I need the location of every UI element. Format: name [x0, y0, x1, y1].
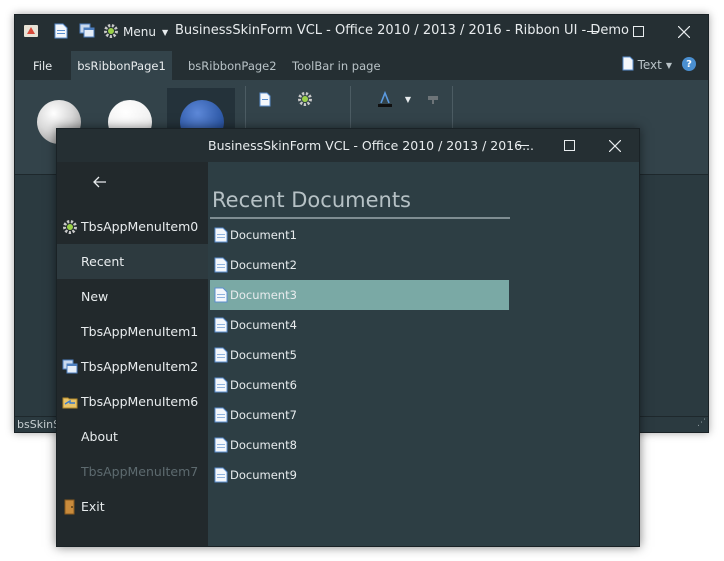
window-title: BusinessSkinForm VCL - Office 2010 / 201… [175, 23, 629, 38]
minimize-button[interactable] [501, 129, 545, 162]
sidebar-item-label: TbsAppMenuItem1 [81, 324, 199, 339]
recent-document-item[interactable]: Document7 [210, 400, 509, 430]
recent-document-item[interactable]: Document4 [210, 310, 509, 340]
chevron-down-icon: ▼ [161, 27, 169, 37]
recent-documents-heading: Recent Documents [212, 188, 411, 212]
document-label: Document9 [230, 468, 297, 482]
recent-document-item[interactable]: Document2 [210, 250, 509, 280]
sidebar-item-label: Recent [81, 254, 125, 269]
document-icon [214, 407, 228, 423]
tab-file[interactable]: File [20, 51, 65, 80]
back-arrow-icon[interactable] [88, 170, 112, 194]
sidebar-item-tbsappmenuitem6[interactable]: TbsAppMenuItem6 [57, 384, 208, 419]
recent-document-item[interactable]: Document8 [210, 430, 509, 460]
sidebar-item-recent[interactable]: Recent [57, 244, 208, 279]
menu-dropdown-button[interactable]: Menu ▼ [103, 22, 168, 42]
tab-bsribbonpage2[interactable]: bsRibbonPage2 [175, 51, 290, 80]
menu-label: Menu [123, 25, 156, 39]
document-icon [622, 56, 634, 74]
new-document-icon[interactable] [256, 90, 274, 108]
gear-icon [61, 218, 79, 236]
document-icon [214, 317, 228, 333]
minimize-button[interactable] [569, 15, 615, 48]
new-document-icon[interactable] [51, 21, 71, 41]
maximize-button[interactable] [615, 15, 661, 48]
sidebar-item-label: TbsAppMenuItem0 [81, 219, 199, 234]
heading-divider [210, 217, 510, 219]
copy-window-icon[interactable] [77, 21, 97, 41]
ribbon-tab-bar: File bsRibbonPage1 bsRibbonPage2 ToolBar… [15, 48, 708, 80]
sidebar-item-tbsappmenuitem2[interactable]: TbsAppMenuItem2 [57, 349, 208, 384]
app-menu-title-bar: BusinessSkinForm VCL - Office 2010 / 201… [57, 129, 639, 162]
paint-icon[interactable] [424, 90, 442, 108]
sidebar-item-label: TbsAppMenuItem7 [81, 464, 199, 479]
sidebar-item-tbsappmenuitem7: TbsAppMenuItem7 [57, 454, 208, 489]
sidebar-item-about[interactable]: About [57, 419, 208, 454]
app-menu-window-title: BusinessSkinForm VCL - Office 2010 / 201… [208, 138, 534, 153]
document-icon [214, 227, 228, 243]
copy-window-icon [61, 358, 79, 376]
document-label: Document3 [230, 288, 297, 302]
gear-icon [103, 23, 119, 42]
sidebar-item-label: New [81, 289, 109, 304]
document-label: Document6 [230, 378, 297, 392]
help-icon[interactable]: ? [682, 57, 696, 71]
close-button[interactable] [661, 15, 707, 48]
document-label: Document2 [230, 258, 297, 272]
text-button-label: Text [637, 58, 662, 72]
main-title-bar: Menu ▼ BusinessSkinForm VCL - Office 201… [15, 15, 708, 48]
app-logo-icon[interactable] [21, 21, 41, 41]
tab-bsribbonpage1[interactable]: bsRibbonPage1 [71, 51, 172, 80]
font-color-icon[interactable] [376, 90, 394, 108]
sidebar-item-label: TbsAppMenuItem6 [81, 394, 199, 409]
recent-document-item[interactable]: Document1 [210, 220, 509, 250]
document-icon [214, 437, 228, 453]
sidebar-item-new[interactable]: New [57, 279, 208, 314]
close-button[interactable] [593, 129, 637, 162]
document-icon [214, 287, 228, 303]
document-label: Document8 [230, 438, 297, 452]
recent-document-item[interactable]: Document9 [210, 460, 509, 490]
document-label: Document4 [230, 318, 297, 332]
folder-arrow-icon [61, 393, 79, 411]
resize-grip-icon[interactable]: ⋰ [697, 416, 706, 431]
text-dropdown-button[interactable]: Text ▼ [622, 56, 672, 74]
recent-document-item[interactable]: Document3 [210, 280, 509, 310]
sidebar-item-label: Exit [81, 499, 105, 514]
gear-icon[interactable] [296, 90, 314, 108]
recent-document-item[interactable]: Document6 [210, 370, 509, 400]
sidebar-item-exit[interactable]: Exit [57, 489, 208, 524]
document-icon [214, 377, 228, 393]
sidebar-item-label: TbsAppMenuItem2 [81, 359, 199, 374]
sidebar-item-tbsappmenuitem1[interactable]: TbsAppMenuItem1 [57, 314, 208, 349]
document-icon [214, 347, 228, 363]
chevron-down-icon[interactable]: ▼ [399, 90, 417, 108]
document-label: Document5 [230, 348, 297, 362]
document-label: Document1 [230, 228, 297, 242]
document-label: Document7 [230, 408, 297, 422]
door-icon [61, 498, 79, 516]
app-menu-sidebar: TbsAppMenuItem0 Recent New TbsAppMenuIte… [57, 162, 208, 546]
sidebar-item-label: About [81, 429, 118, 444]
chevron-down-icon: ▼ [665, 60, 672, 70]
recent-documents-panel: Recent Documents Document1 Document2 Docum… [208, 162, 639, 546]
recent-document-item[interactable]: Document5 [210, 340, 509, 370]
maximize-button[interactable] [547, 129, 591, 162]
tab-toolbar-in-page[interactable]: ToolBar in page [279, 51, 394, 80]
app-menu-window: BusinessSkinForm VCL - Office 2010 / 201… [56, 128, 640, 547]
document-icon [214, 467, 228, 483]
document-icon [214, 257, 228, 273]
sidebar-item-tbsappmenuitem0[interactable]: TbsAppMenuItem0 [57, 209, 208, 244]
